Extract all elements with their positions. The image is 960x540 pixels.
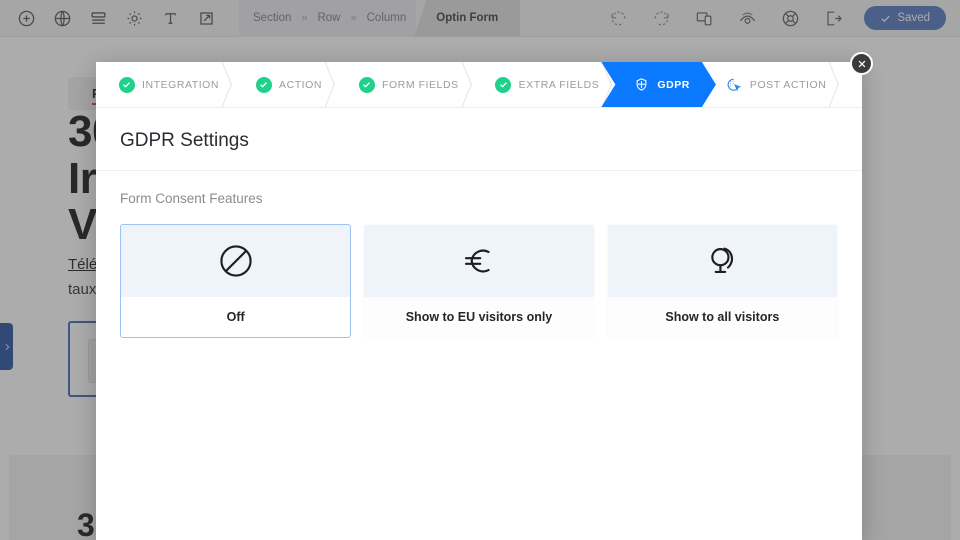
wizard-step-label: INTEGRATION	[142, 78, 220, 91]
close-icon[interactable]	[850, 52, 873, 75]
option-label: Off	[121, 297, 351, 337]
wizard-step-label: GDPR	[657, 78, 690, 91]
wizard-steps: INTEGRATION ACTION FORM FIELDS EXTRA FIE…	[96, 62, 862, 108]
page-title: GDPR Settings	[96, 108, 862, 171]
wizard-step-gdpr[interactable]: GDPR	[601, 62, 716, 107]
step-divider	[323, 62, 339, 107]
step-divider	[827, 62, 843, 107]
consent-options: Off Show to EU visitors only Show to all…	[96, 206, 862, 338]
wizard-step-label: FORM FIELDS	[382, 78, 459, 91]
globe-stand-icon	[607, 225, 837, 297]
euro-icon	[364, 225, 594, 297]
wizard-step-label: ACTION	[279, 78, 322, 91]
wizard-step-label: EXTRA FIELDS	[518, 78, 600, 91]
step-divider	[220, 62, 236, 107]
check-circle-icon	[118, 76, 135, 93]
option-label: Show to all visitors	[607, 297, 837, 337]
cursor-click-icon	[726, 76, 743, 93]
check-circle-icon	[495, 76, 512, 93]
no-entry-icon	[121, 225, 351, 297]
screen: Section » Row » Column Optin Form Saved …	[0, 0, 960, 540]
shield-icon	[633, 76, 650, 93]
gdpr-settings-modal: INTEGRATION ACTION FORM FIELDS EXTRA FIE…	[96, 62, 862, 540]
option-card-eu-visitors[interactable]: Show to EU visitors only	[363, 224, 595, 338]
wizard-step-label: POST ACTION	[749, 78, 827, 91]
step-divider	[460, 62, 476, 107]
check-circle-icon	[358, 76, 375, 93]
option-card-off[interactable]: Off	[120, 224, 352, 338]
wizard-step-extra-fields[interactable]: EXTRA FIELDS	[475, 62, 616, 107]
wizard-step-post-action[interactable]: POST ACTION	[704, 62, 842, 107]
wizard-step-integration[interactable]: INTEGRATION	[96, 62, 235, 107]
wizard-step-action[interactable]: ACTION	[235, 62, 338, 107]
section-label-form-consent: Form Consent Features	[120, 191, 263, 206]
check-circle-icon	[255, 76, 272, 93]
wizard-step-form-fields[interactable]: FORM FIELDS	[338, 62, 475, 107]
option-card-all-visitors[interactable]: Show to all visitors	[606, 224, 838, 338]
option-label: Show to EU visitors only	[364, 297, 594, 337]
